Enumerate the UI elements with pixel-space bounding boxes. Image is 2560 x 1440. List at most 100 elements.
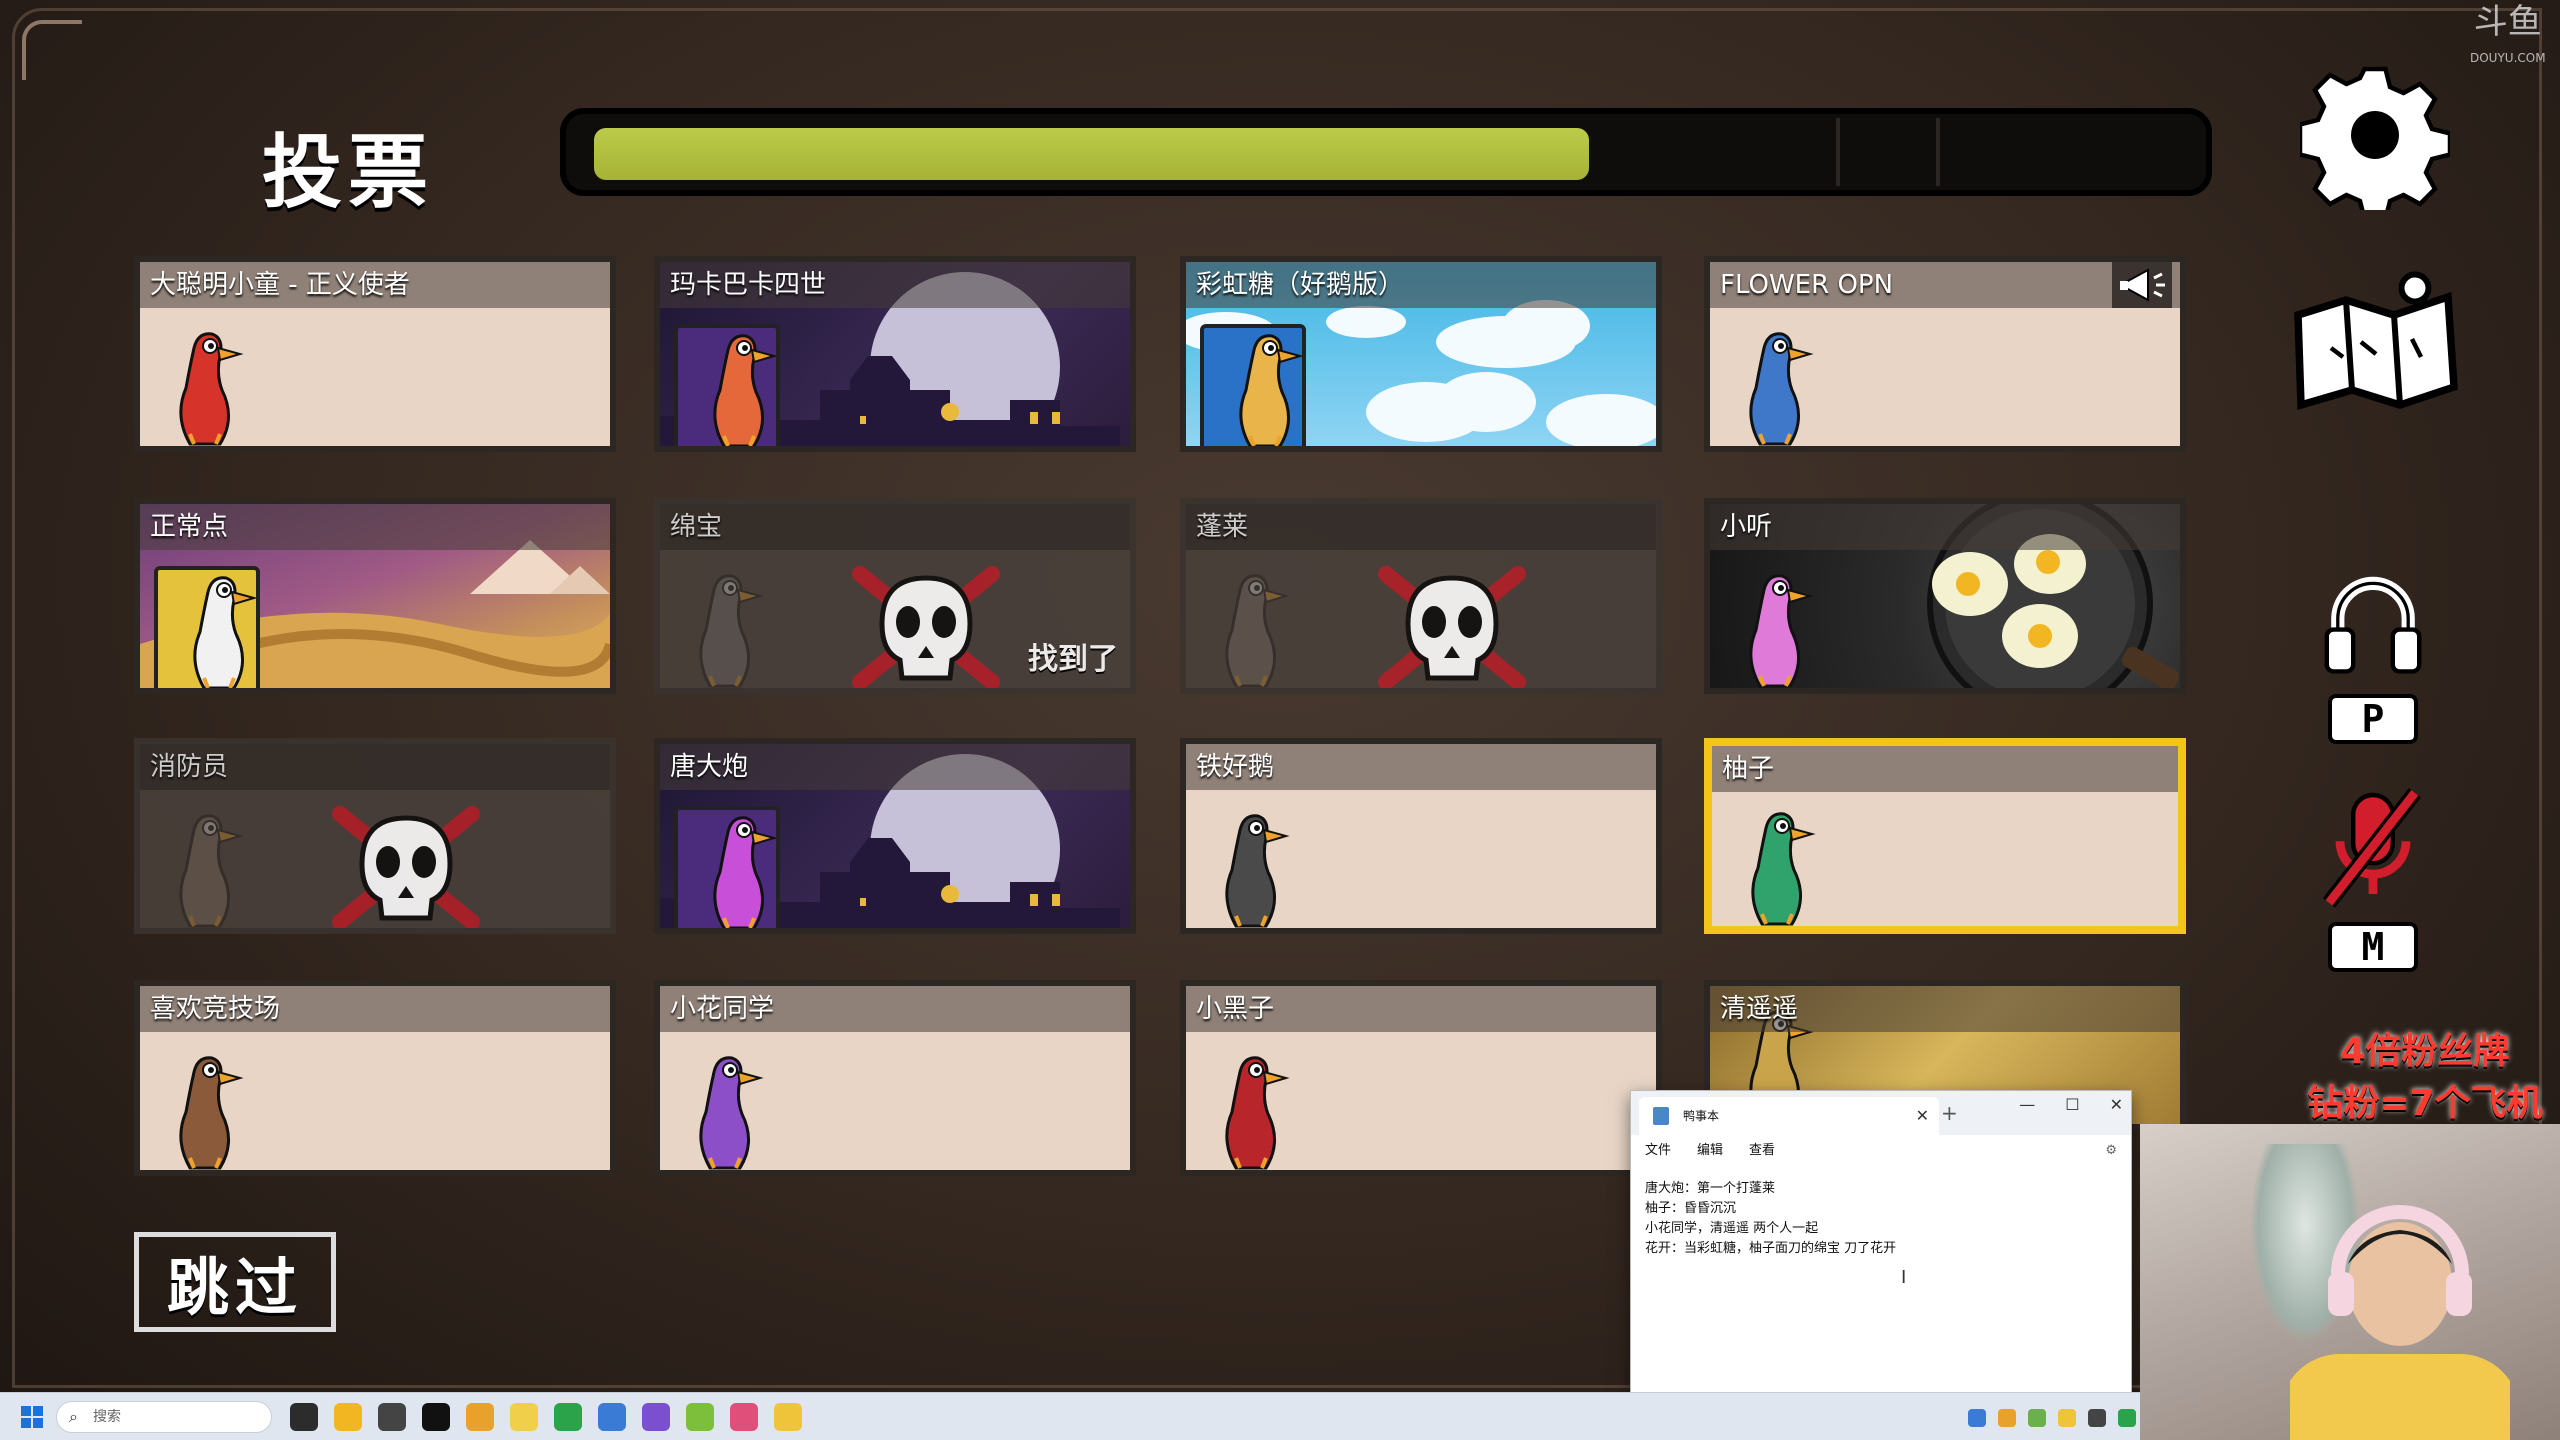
push-to-talk-key-badge: P xyxy=(2328,694,2418,744)
dead-skull-icon xyxy=(852,566,1000,688)
taskbar-app-icon[interactable] xyxy=(730,1403,758,1431)
skip-vote-button[interactable]: 跳过 xyxy=(134,1232,336,1332)
new-tab-button[interactable]: + xyxy=(1941,1101,1958,1125)
mic-muted-icon[interactable] xyxy=(2318,780,2428,920)
player-card[interactable]: 正常点 xyxy=(134,498,616,694)
timer-separator xyxy=(1836,118,1840,186)
taskbar-steam-icon[interactable] xyxy=(378,1403,406,1431)
tray-app-icon[interactable] xyxy=(2058,1409,2076,1427)
menu-edit[interactable]: 编辑 xyxy=(1697,1135,1723,1167)
player-name: 大聪明小童 - 正义使者 xyxy=(140,262,610,308)
player-card[interactable]: 玛卡巴卡四世 xyxy=(654,256,1136,452)
note-line: 唐大炮：第一个打蓬莱 xyxy=(1645,1181,1776,1196)
taskbar-editor-icon[interactable] xyxy=(642,1403,670,1431)
megaphone-icon xyxy=(2112,262,2172,308)
notepad-text-area[interactable]: 唐大炮：第一个打蓬莱 柚子：昏昏沉沉 小花同学，清遥遥 两个人一起 花开：当彩虹… xyxy=(1631,1167,2131,1271)
tray-app-icon[interactable] xyxy=(1968,1409,1986,1427)
headphones-icon[interactable] xyxy=(2318,568,2428,678)
tray-app-icon[interactable] xyxy=(2088,1409,2106,1427)
player-card: 蓬莱 xyxy=(1180,498,1662,694)
note-line: 花开：当彩虹糖，柚子面刀的绵宝 刀了花开 xyxy=(1645,1241,1897,1256)
close-tab-icon[interactable]: ✕ xyxy=(1916,1097,1929,1135)
goose-avatar-icon xyxy=(193,576,256,688)
player-card[interactable]: 柚子 xyxy=(1704,738,2186,934)
goose-avatar-icon xyxy=(699,1056,764,1170)
minimize-icon[interactable]: — xyxy=(2019,1095,2035,1114)
player-name: 小花同学 xyxy=(660,986,1130,1032)
menu-view[interactable]: 查看 xyxy=(1749,1135,1775,1167)
taskbar-notepad-icon[interactable] xyxy=(598,1403,626,1431)
player-card[interactable]: 大聪明小童 - 正义使者 xyxy=(134,256,616,452)
taskbar-app-icon[interactable] xyxy=(686,1403,714,1431)
player-card[interactable]: 彩虹糖（好鹅版） xyxy=(1180,256,1662,452)
mute-key-badge: M xyxy=(2328,922,2418,972)
player-card[interactable]: 小花同学 xyxy=(654,980,1136,1176)
player-card[interactable]: 喜欢竞技场 xyxy=(134,980,616,1176)
note-line: 小花同学，清遥遥 两个人一起 xyxy=(1645,1221,1819,1236)
goose-avatar-icon xyxy=(1225,1056,1290,1170)
notepad-tab-title: 鸭事本 xyxy=(1683,1109,1720,1123)
player-card[interactable]: 小黑子 xyxy=(1180,980,1662,1176)
taskbar-duck-icon[interactable] xyxy=(510,1403,538,1431)
settings-gear-icon[interactable] xyxy=(2300,60,2450,210)
menu-file[interactable]: 文件 xyxy=(1645,1135,1671,1167)
goose-avatar-icon xyxy=(699,574,764,688)
taskbar-game-icon[interactable] xyxy=(466,1403,494,1431)
player-name: 清遥遥 xyxy=(1710,986,2180,1032)
player-name: 蓬莱 xyxy=(1186,504,1656,550)
player-portrait-frame xyxy=(674,324,780,446)
goose-avatar-icon xyxy=(713,334,776,446)
vote-timer-fill xyxy=(594,128,1590,180)
player-name: 铁好鹅 xyxy=(1186,744,1656,790)
goose-avatar-icon xyxy=(1749,574,1814,688)
settings-icon[interactable]: ⚙ xyxy=(2105,1135,2117,1167)
player-card[interactable]: 铁好鹅 xyxy=(1180,738,1662,934)
player-card[interactable]: FLOWER OPN xyxy=(1704,256,2186,452)
goose-avatar-icon xyxy=(179,814,244,928)
notepad-window[interactable]: 鸭事本 ✕ + — ☐ ✕ 文件 编辑 查看 ⚙ 唐大炮：第一个打蓬莱 柚子：昏… xyxy=(1630,1090,2132,1394)
dead-skull-icon xyxy=(1378,566,1526,688)
close-window-icon[interactable]: ✕ xyxy=(2110,1095,2123,1114)
player-portrait-frame xyxy=(674,806,780,928)
player-card[interactable]: 唐大炮 xyxy=(654,738,1136,934)
tray-app-icon[interactable] xyxy=(2118,1409,2136,1427)
note-line: 柚子：昏昏沉沉 xyxy=(1645,1201,1737,1216)
taskbar-chrome-icon[interactable] xyxy=(554,1403,582,1431)
vote-title: 投票 xyxy=(262,126,434,219)
search-icon: ⌕ xyxy=(69,1407,78,1426)
player-name: 柚子 xyxy=(1712,746,2178,792)
player-name: 小黑子 xyxy=(1186,986,1656,1032)
map-icon[interactable] xyxy=(2286,270,2466,420)
goose-avatar-icon xyxy=(1749,332,1814,446)
goose-avatar-icon xyxy=(1239,334,1302,446)
notepad-app-icon xyxy=(1653,1107,1669,1125)
player-card[interactable]: 小听 xyxy=(1704,498,2186,694)
maximize-icon[interactable]: ☐ xyxy=(2065,1095,2079,1114)
tray-app-icon[interactable] xyxy=(1998,1409,2016,1427)
player-portrait-frame xyxy=(1200,324,1306,446)
taskbar-search-box[interactable]: ⌕ 搜索 xyxy=(56,1401,272,1433)
player-card: 绵宝 找到了 xyxy=(654,498,1136,694)
goose-avatar-icon xyxy=(1751,812,1816,926)
notepad-titlebar[interactable]: 鸭事本 ✕ + — ☐ ✕ xyxy=(1631,1091,2131,1135)
frame-corner-ornament xyxy=(22,20,82,80)
goose-avatar-icon xyxy=(179,332,244,446)
taskbar-app-icon[interactable] xyxy=(290,1403,318,1431)
taskbar-folder-icon[interactable] xyxy=(334,1403,362,1431)
timer-separator xyxy=(1936,118,1940,186)
player-name: 消防员 xyxy=(140,744,610,790)
fan-badge-promo: 4倍粉丝牌 钻粉=7个飞机 xyxy=(2300,1026,2550,1130)
window-controls: — ☐ ✕ xyxy=(2019,1095,2123,1114)
watermark-logo-text: 斗鱼 xyxy=(2473,2,2542,42)
goose-avatar-icon xyxy=(713,816,776,928)
taskbar-duck-icon[interactable] xyxy=(774,1403,802,1431)
windows-start-icon[interactable] xyxy=(20,1405,44,1429)
taskbar-obs-icon[interactable] xyxy=(422,1403,450,1431)
body-found-label: 找到了 xyxy=(1028,642,1118,677)
notepad-tab[interactable]: 鸭事本 ✕ xyxy=(1639,1097,1939,1135)
goose-avatar-icon xyxy=(1225,574,1290,688)
vote-timer-bar xyxy=(560,108,2212,196)
stream-watermark: 斗鱼 DOUYU.COM xyxy=(2470,4,2546,76)
watermark-url: DOUYU.COM xyxy=(2470,51,2546,65)
tray-app-icon[interactable] xyxy=(2028,1409,2046,1427)
